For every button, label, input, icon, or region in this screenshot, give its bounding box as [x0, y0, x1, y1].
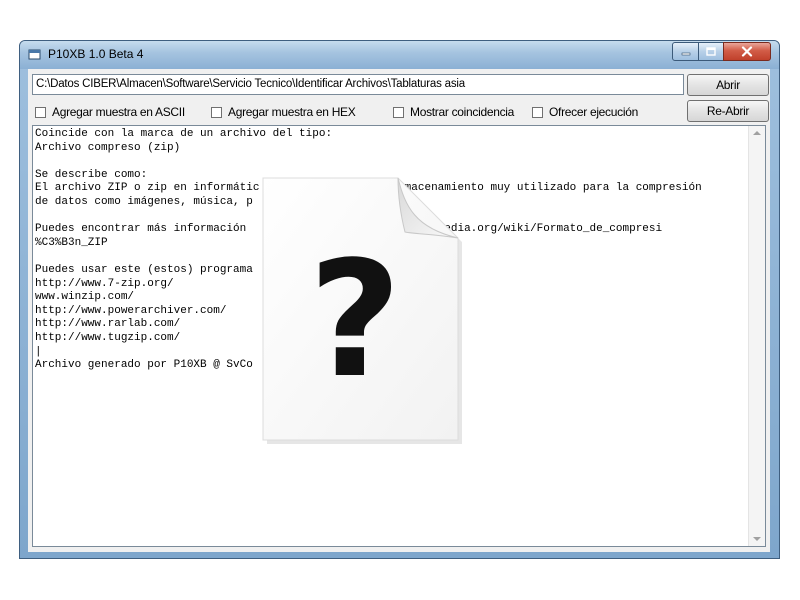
checkbox-box[interactable] [393, 106, 404, 118]
scroll-up-icon[interactable] [753, 131, 761, 135]
hex-sample-checkbox[interactable]: Agregar muestra en HEX [211, 105, 356, 119]
close-icon [741, 46, 753, 57]
checkbox-label: Agregar muestra en HEX [228, 105, 356, 119]
minimize-icon [681, 52, 690, 55]
app-icon [28, 49, 41, 60]
checkbox-box[interactable] [211, 106, 222, 118]
checkbox-box[interactable] [35, 106, 46, 118]
ascii-sample-checkbox[interactable]: Agregar muestra en ASCII [35, 105, 185, 119]
open-button[interactable]: Abrir [687, 74, 769, 96]
title-bar[interactable]: P10XB 1.0 Beta 4 [20, 41, 779, 69]
unknown-file-icon: ? [255, 176, 465, 450]
scroll-down-icon[interactable] [753, 537, 761, 541]
show-match-checkbox[interactable]: Mostrar coincidencia [393, 105, 514, 119]
vertical-scrollbar[interactable] [748, 126, 765, 546]
checkbox-label: Agregar muestra en ASCII [52, 105, 185, 119]
checkbox-box[interactable] [532, 106, 543, 118]
checkbox-label: Ofrecer ejecución [549, 105, 638, 119]
file-path-input[interactable]: C:\Datos CIBER\Almacen\Software\Servicio… [32, 74, 684, 95]
offer-execution-checkbox[interactable]: Ofrecer ejecución [532, 105, 638, 119]
close-button[interactable] [723, 42, 771, 61]
reopen-button[interactable]: Re-Abrir [687, 100, 769, 122]
minimize-button[interactable] [672, 42, 699, 61]
question-mark-icon: ? [308, 226, 402, 413]
maximize-button[interactable] [698, 42, 724, 61]
checkbox-label: Mostrar coincidencia [410, 105, 515, 119]
window-title: P10XB 1.0 Beta 4 [48, 47, 144, 61]
maximize-icon [706, 47, 716, 56]
